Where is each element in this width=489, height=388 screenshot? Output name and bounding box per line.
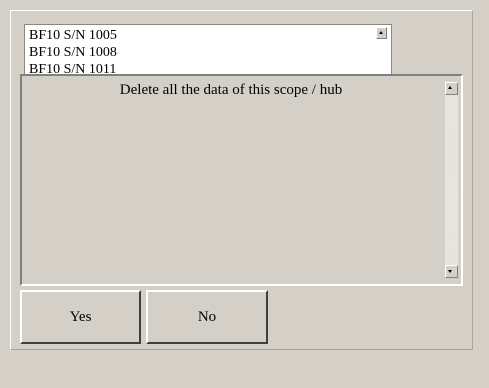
device-list-scrollbar[interactable] bbox=[376, 27, 387, 75]
scroll-down-arrow-icon[interactable] bbox=[445, 265, 458, 278]
yes-button[interactable]: Yes bbox=[20, 290, 141, 344]
no-button[interactable]: No bbox=[146, 290, 268, 344]
scroll-up-arrow-icon[interactable] bbox=[376, 27, 387, 39]
panel-scrollbar[interactable] bbox=[445, 82, 458, 278]
device-list-item[interactable]: BF10 S/N 1005 bbox=[29, 27, 117, 44]
delete-confirm-panel: Delete all the data of this scope / hub bbox=[20, 74, 463, 286]
delete-confirm-message: Delete all the data of this scope / hub bbox=[119, 82, 343, 98]
device-list-item[interactable]: BF10 S/N 1008 bbox=[29, 44, 117, 61]
scroll-track[interactable] bbox=[445, 95, 458, 265]
device-list-items: BF10 S/N 1005 BF10 S/N 1008 BF10 S/N 101… bbox=[29, 27, 117, 75]
device-list[interactable]: BF10 S/N 1005 BF10 S/N 1008 BF10 S/N 101… bbox=[24, 24, 392, 76]
scroll-up-arrow-icon[interactable] bbox=[445, 82, 458, 95]
